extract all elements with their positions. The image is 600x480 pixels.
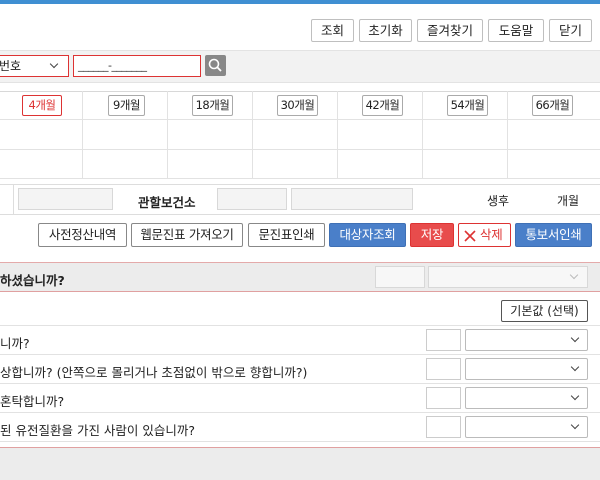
question-score-field[interactable]	[426, 416, 461, 438]
search-number-value: ______-_______	[78, 59, 147, 72]
health-center-code-field	[217, 188, 287, 210]
prepay-history-button[interactable]: 사전정산내역	[38, 223, 127, 247]
grid-col-divider	[507, 91, 508, 179]
grid-col-divider	[337, 91, 338, 179]
chevron-down-icon	[569, 270, 579, 280]
question-answer-select[interactable]	[465, 329, 588, 351]
search-type-select[interactable]: 번호	[0, 55, 69, 77]
grid-col-divider	[167, 91, 168, 179]
question-text: 니까?	[0, 336, 30, 351]
print-notice-button[interactable]: 통보서인쇄	[515, 223, 592, 247]
delete-button[interactable]: 삭제	[458, 223, 511, 247]
question-answer-select[interactable]	[465, 416, 588, 438]
question-text: 혼탁합니까?	[0, 394, 65, 409]
chevron-down-icon	[49, 59, 59, 69]
question-answer-select[interactable]	[465, 387, 588, 409]
question-score-field[interactable]	[426, 329, 461, 351]
search-number-input[interactable]: ______-_______	[73, 55, 201, 77]
save-button[interactable]: 저장	[410, 223, 454, 247]
health-center-name-field	[291, 188, 413, 210]
chevron-down-icon	[570, 420, 580, 430]
question-group-title: 하셨습니까?	[0, 273, 65, 288]
grid-row-divider	[0, 149, 600, 150]
print-questionnaire-button[interactable]: 문진표인쇄	[248, 223, 325, 247]
help-button[interactable]: 도움말	[488, 19, 544, 42]
question-text: 상합니까? (안쪽으로 몰리거나 초점없이 밖으로 향합니까?)	[0, 365, 308, 380]
favorites-button[interactable]: 즐겨찾기	[417, 19, 483, 42]
month-18-tab[interactable]: 18개월	[192, 95, 233, 116]
close-button[interactable]: 닫기	[549, 19, 592, 42]
info-field	[18, 188, 113, 210]
month-4-tab[interactable]: 4개월	[22, 95, 62, 116]
info-divider	[13, 184, 14, 215]
close-icon	[464, 230, 476, 242]
search-button[interactable]	[205, 55, 226, 76]
delete-label: 삭제	[480, 227, 503, 242]
month-30-tab[interactable]: 30개월	[277, 95, 318, 116]
group-score-field	[375, 266, 425, 288]
chevron-down-icon	[570, 391, 580, 401]
question-score-field[interactable]	[426, 358, 461, 380]
question-score-field[interactable]	[426, 387, 461, 409]
grid-col-divider	[422, 91, 423, 179]
month-66-tab[interactable]: 66개월	[532, 95, 573, 116]
chevron-down-icon	[570, 362, 580, 372]
chevron-down-icon	[570, 333, 580, 343]
next-question-group-header	[0, 447, 600, 480]
question-text: 된 유전질환을 가진 사람이 있습니까?	[0, 423, 196, 438]
search-icon	[208, 58, 222, 72]
target-query-button[interactable]: 대상자조회	[329, 223, 406, 247]
top-accent-bar	[0, 0, 600, 4]
month-unit-label: 개월	[557, 194, 580, 208]
grid-col-divider	[252, 91, 253, 179]
reset-button[interactable]: 초기화	[359, 19, 412, 42]
default-value-button[interactable]: 기본값 (선택)	[501, 300, 588, 322]
web-questionnaire-button[interactable]: 웹문진표 가져오기	[131, 223, 243, 247]
month-42-tab[interactable]: 42개월	[362, 95, 403, 116]
birth-label: 생후	[487, 194, 510, 208]
month-9-tab[interactable]: 9개월	[108, 95, 145, 116]
group-answer-select	[428, 266, 588, 288]
grid-col-divider	[82, 91, 83, 179]
health-center-label: 관할보건소	[138, 195, 196, 210]
search-type-value: 번호	[0, 59, 22, 73]
question-answer-select[interactable]	[465, 358, 588, 380]
month-54-tab[interactable]: 54개월	[447, 95, 488, 116]
query-button[interactable]: 조회	[311, 19, 354, 42]
grid-row-divider	[0, 178, 600, 179]
